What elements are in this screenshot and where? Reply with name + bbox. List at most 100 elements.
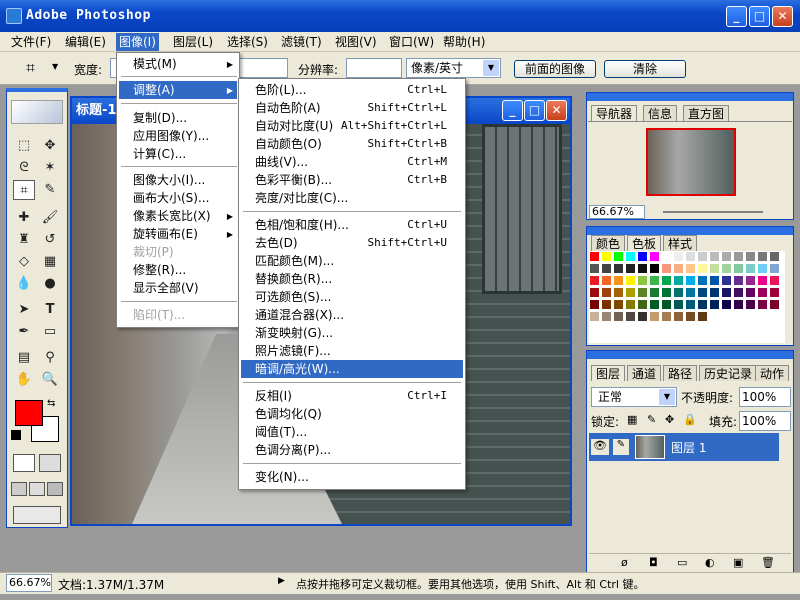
crop-tool-icon[interactable]: ⌗ <box>13 180 35 200</box>
menu-item-calculations[interactable]: 计算(C)... <box>119 145 237 163</box>
color-swatch[interactable] <box>757 251 768 262</box>
menu-item-adjust[interactable]: 调整(A) ▶ <box>119 81 237 99</box>
layer-row[interactable]: 👁 ✎ 图层 1 <box>589 433 779 461</box>
color-swatch[interactable] <box>721 287 732 298</box>
color-swatch[interactable] <box>637 251 648 262</box>
zoom-tool-icon[interactable]: 🔍 <box>39 370 61 390</box>
color-swatch[interactable] <box>673 275 684 286</box>
front-image-button[interactable]: 前面的图像 <box>514 60 596 78</box>
tab-layers[interactable]: 图层 <box>591 365 626 381</box>
color-swatch[interactable] <box>661 275 672 286</box>
blur-tool-icon[interactable]: 💧 <box>13 274 35 294</box>
menu-item-selective-color[interactable]: 可选颜色(S)... <box>241 288 463 306</box>
color-swatch[interactable] <box>649 251 660 262</box>
color-swatch[interactable] <box>661 299 672 310</box>
color-swatch[interactable] <box>697 299 708 310</box>
menu-item-auto-contrast[interactable]: 自动对比度(U) Alt+Shift+Ctrl+L <box>241 117 463 135</box>
hand-tool-icon[interactable]: ✋ <box>13 370 35 390</box>
menu-layer[interactable]: 图层(L) <box>170 33 216 51</box>
menu-item-auto-color[interactable]: 自动颜色(O) Shift+Ctrl+B <box>241 135 463 153</box>
tab-histogram[interactable]: 直方图 <box>683 105 730 121</box>
color-swatch[interactable] <box>685 263 696 274</box>
status-arrow-icon[interactable]: ▶ <box>278 576 285 586</box>
color-swatch[interactable] <box>733 311 744 322</box>
swap-colors-icon[interactable]: ⇆ <box>47 398 55 409</box>
color-swatch[interactable] <box>733 275 744 286</box>
chevron-down-icon[interactable]: ▼ <box>483 60 499 76</box>
color-swatch[interactable] <box>733 251 744 262</box>
marquee-tool-icon[interactable]: ⬚ <box>13 136 35 156</box>
trash-icon[interactable]: 🗑 <box>761 556 775 569</box>
color-swatch[interactable] <box>589 311 600 322</box>
color-swatch[interactable] <box>601 251 612 262</box>
lock-paint-icon[interactable]: ✎ <box>647 413 656 426</box>
color-swatch[interactable] <box>685 287 696 298</box>
menu-item-brightness-contrast[interactable]: 亮度/对比度(C)... <box>241 189 463 207</box>
color-swatch[interactable] <box>769 263 780 274</box>
color-swatch[interactable] <box>745 287 756 298</box>
color-swatch[interactable] <box>733 299 744 310</box>
healing-brush-icon[interactable]: ✚ <box>13 208 35 228</box>
color-swatch[interactable] <box>757 287 768 298</box>
stamp-tool-icon[interactable]: ♜ <box>13 230 35 250</box>
color-swatch[interactable] <box>709 263 720 274</box>
menu-item-threshold[interactable]: 阈值(T)... <box>241 423 463 441</box>
color-swatch[interactable] <box>745 275 756 286</box>
color-swatch[interactable] <box>601 311 612 322</box>
color-swatch[interactable] <box>733 263 744 274</box>
menu-file[interactable]: 文件(F) <box>8 33 54 51</box>
menu-edit[interactable]: 编辑(E) <box>62 33 109 51</box>
brush-link-icon[interactable]: ✎ <box>613 439 629 455</box>
type-tool-icon[interactable]: T <box>39 300 61 320</box>
menu-help[interactable]: 帮助(H) <box>440 33 488 51</box>
menu-item-desaturate[interactable]: 去色(D) Shift+Ctrl+U <box>241 234 463 252</box>
pen-tool-icon[interactable]: ✒ <box>13 322 35 342</box>
menu-window[interactable]: 窗口(W) <box>386 33 437 51</box>
color-swatch[interactable] <box>661 287 672 298</box>
screen-mode-standard-icon[interactable] <box>11 482 27 496</box>
doc-maximize-button[interactable]: □ <box>524 100 545 121</box>
color-swatch[interactable] <box>685 311 696 322</box>
navigator-zoom-input[interactable]: 66.67% <box>589 205 645 219</box>
standard-mode-icon[interactable] <box>13 454 35 472</box>
jump-to-imageready-icon[interactable] <box>13 506 61 524</box>
color-swatch[interactable] <box>661 251 672 262</box>
color-swatch[interactable] <box>757 311 768 322</box>
chevron-down-icon[interactable]: ▼ <box>52 62 58 71</box>
color-swatch[interactable] <box>649 299 660 310</box>
color-swatch[interactable] <box>625 287 636 298</box>
color-swatch[interactable] <box>745 311 756 322</box>
adjustment-layer-icon[interactable]: ◐ <box>705 556 715 569</box>
color-swatch[interactable] <box>721 275 732 286</box>
color-swatch[interactable] <box>637 275 648 286</box>
color-swatch[interactable] <box>613 275 624 286</box>
navigator-zoom-slider[interactable] <box>663 211 763 213</box>
crop-tool-preset-icon[interactable]: ⌗ <box>26 58 35 78</box>
color-swatch[interactable] <box>649 263 660 274</box>
path-select-icon[interactable]: ➤ <box>13 300 35 320</box>
lock-all-icon[interactable]: 🔒 <box>683 413 697 426</box>
menu-item-pixel-aspect[interactable]: 像素长宽比(X) ▶ <box>119 207 237 225</box>
color-swatch[interactable] <box>745 251 756 262</box>
resolution-input[interactable] <box>346 58 402 78</box>
color-swatch[interactable] <box>601 275 612 286</box>
slice-tool-icon[interactable]: ✎ <box>39 180 61 200</box>
layer-name[interactable]: 图层 1 <box>671 439 706 456</box>
color-swatch[interactable] <box>589 251 600 262</box>
color-swatch[interactable] <box>625 251 636 262</box>
color-swatch[interactable] <box>589 287 600 298</box>
menu-item-auto-levels[interactable]: 自动色阶(A) Shift+Ctrl+L <box>241 99 463 117</box>
menu-item-match-color[interactable]: 匹配颜色(M)... <box>241 252 463 270</box>
color-swatch[interactable] <box>757 263 768 274</box>
menu-item-image-size[interactable]: 图像大小(I)... <box>119 171 237 189</box>
color-swatch[interactable] <box>625 311 636 322</box>
menu-view[interactable]: 视图(V) <box>332 33 380 51</box>
color-swatch[interactable] <box>673 287 684 298</box>
color-swatch[interactable] <box>673 311 684 322</box>
menu-item-mode[interactable]: 模式(M) ▶ <box>119 55 237 73</box>
color-swatch[interactable] <box>601 287 612 298</box>
color-swatch[interactable] <box>601 299 612 310</box>
color-swatch[interactable] <box>721 299 732 310</box>
tab-color[interactable]: 颜色 <box>591 235 626 251</box>
layer-mask-icon[interactable]: ◘ <box>649 556 658 569</box>
